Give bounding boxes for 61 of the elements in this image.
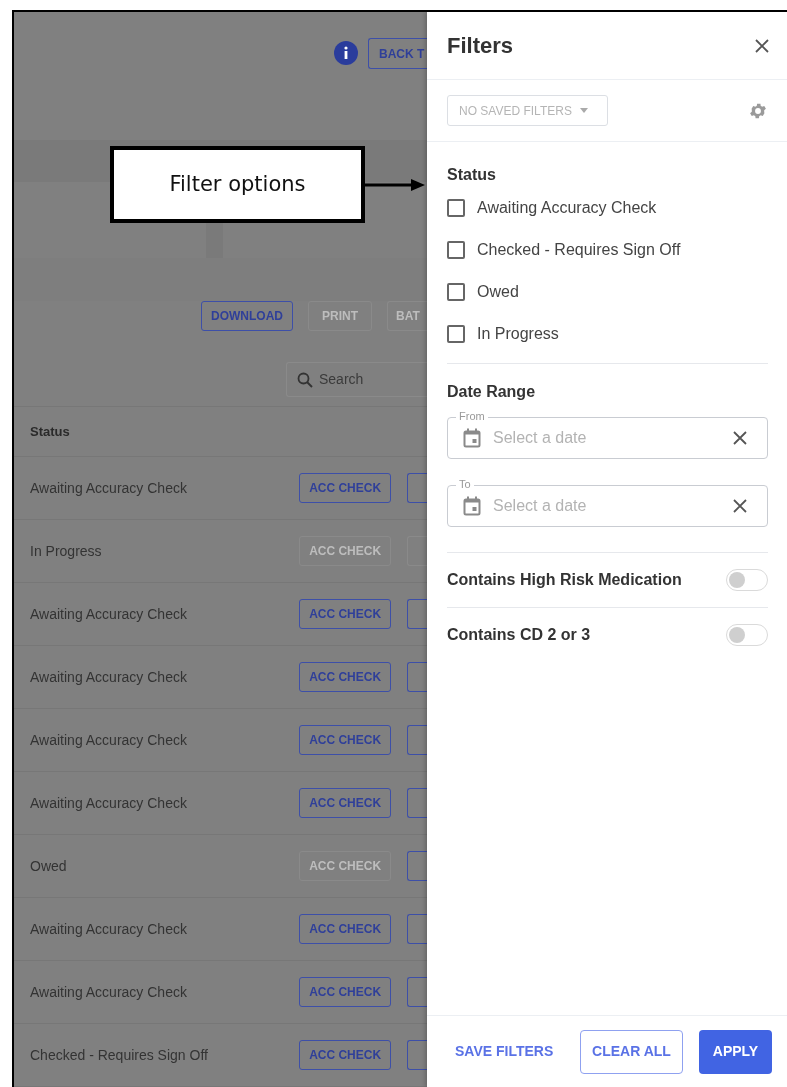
status-cell-text: Owed [30,856,68,876]
toggle-switch[interactable] [726,624,768,646]
callout-text: Filter options [169,170,306,198]
column-header: Status [30,422,70,441]
table-row[interactable]: Awaiting Accuracy Check ACC CHECK [14,583,427,646]
status-cell-text: Awaiting Accuracy Check [30,667,188,687]
acc-check-button[interactable]: ACC CHECK [299,1040,392,1070]
checkbox[interactable] [447,325,465,343]
clear-all-button[interactable]: CLEAR ALL [580,1029,683,1074]
acc-check-button[interactable]: ACC CHECK [299,977,392,1007]
search-icon [297,371,313,388]
status-cell-text: Awaiting Accuracy Check [30,478,188,498]
apply-button[interactable]: APPLY [699,1029,772,1074]
checkbox[interactable] [447,199,465,217]
table-row[interactable]: Awaiting Accuracy Check ACC CHECK [14,646,427,709]
toggle-label: Contains High Risk Medication [447,570,682,590]
clear-icon[interactable] [733,499,747,513]
table-row[interactable]: Awaiting Accuracy Check ACC CHECK [14,457,427,520]
checkbox-label: Awaiting Accuracy Check [477,198,657,218]
toggle-switch[interactable] [726,569,768,591]
checkbox-label: Owed [477,282,519,302]
checkbox-label: Checked - Requires Sign Off [477,240,681,260]
date-placeholder: Select a date [493,496,588,516]
status-cell-text: Awaiting Accuracy Check [30,604,188,624]
acc-check-button[interactable]: ACC CHECK [299,725,392,755]
download-button[interactable]: DOWNLOAD [201,301,293,332]
date-placeholder: Select a date [493,428,588,448]
toggle-label: Contains CD 2 or 3 [447,625,591,645]
status-cell-text: Checked - Requires Sign Off [30,1045,209,1065]
save-filters-button[interactable]: SAVE FILTERS [443,1029,566,1074]
table-row[interactable]: Awaiting Accuracy Check ACC CHECK [14,709,427,772]
checkbox[interactable] [447,241,465,259]
acc-check-button[interactable]: ACC CHECK [299,473,392,503]
search-field[interactable]: Search [286,361,427,398]
table-row[interactable]: Awaiting Accuracy Check ACC CHECK [14,898,427,961]
table-row[interactable]: Checked - Requires Sign Off ACC CHECK [14,1024,427,1087]
status-cell-text: Awaiting Accuracy Check [30,730,188,750]
checkbox-label: In Progress [477,324,559,344]
field-label: From [456,409,488,423]
clear-icon[interactable] [733,431,747,445]
acc-check-button[interactable]: ACC CHECK [299,599,392,629]
status-cell-text: Awaiting Accuracy Check [30,919,188,939]
status-cell-text: In Progress [30,541,103,561]
table-row[interactable]: Awaiting Accuracy Check ACC CHECK [14,772,427,835]
acc-check-button[interactable]: ACC CHECK [299,788,392,818]
caret-icon [579,108,588,113]
status-cell-text: Awaiting Accuracy Check [30,982,188,1002]
section-heading: Date Range [447,382,537,402]
status-cell-text: Awaiting Accuracy Check [30,793,188,813]
calendar-icon [463,496,481,516]
table-row[interactable]: Awaiting Accuracy Check ACC CHECK [14,961,427,1024]
info-icon[interactable] [334,41,358,65]
field-label: To [456,477,474,491]
acc-check-button[interactable]: ACC CHECK [299,662,392,692]
drawer-title: Filters [447,32,514,60]
search-placeholder: Search [319,370,364,390]
close-icon[interactable] [754,37,770,54]
checkbox[interactable] [447,283,465,301]
acc-check-button[interactable]: ACC CHECK [299,914,392,944]
calendar-icon [463,428,481,448]
section-heading: Status [447,165,497,185]
